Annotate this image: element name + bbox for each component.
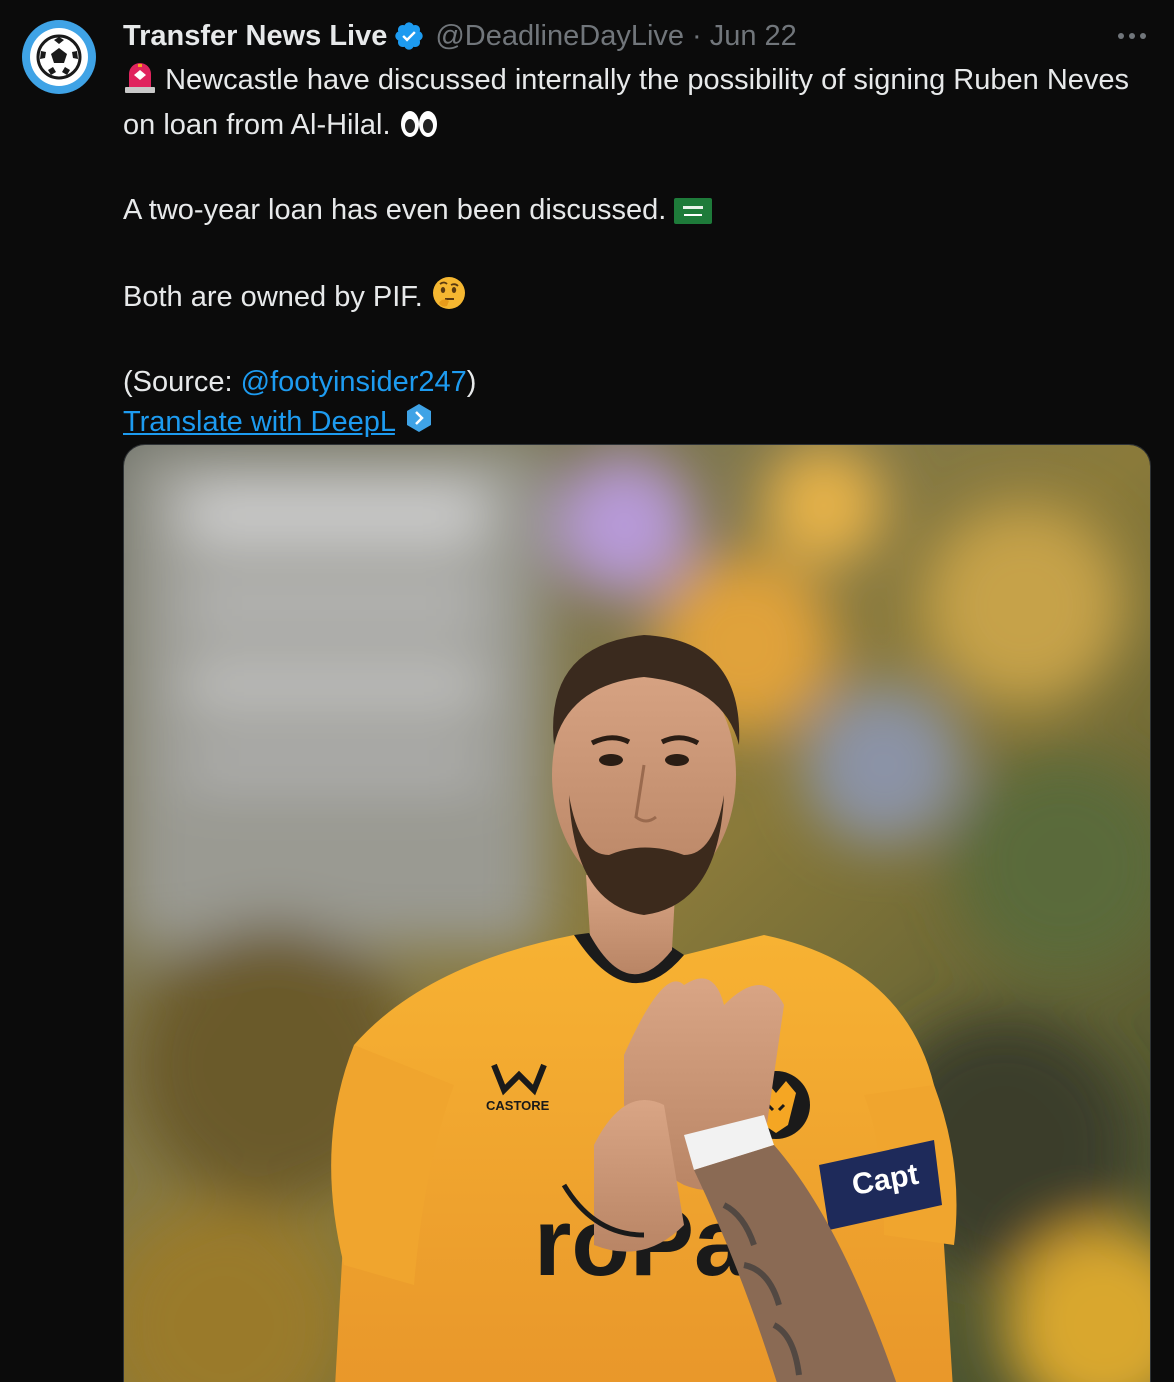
author-display-name[interactable]: Transfer News Live xyxy=(123,20,387,53)
tweet-line-2: A two-year loan has even been discussed. xyxy=(123,194,667,226)
jersey-brand: CASTORE xyxy=(486,1098,550,1113)
eyes-icon xyxy=(399,109,439,150)
tweet-media-image[interactable]: Capt CASTORE roPa xyxy=(123,444,1151,1382)
deepl-icon[interactable] xyxy=(405,403,433,444)
tweet-paragraph-3: Both are owned by PIF. xyxy=(123,275,1143,322)
separator-dot: · xyxy=(692,19,702,52)
saudi-flag-icon xyxy=(674,195,713,235)
translate-row: Translate with DeepL xyxy=(123,402,1143,444)
translate-link[interactable]: Translate with DeepL xyxy=(123,406,395,438)
tweet-paragraph-1: Newcastle have discussed internally the … xyxy=(123,60,1143,150)
author-handle[interactable]: @DeadlineDayLive xyxy=(435,20,684,53)
source-suffix: ) xyxy=(466,366,477,398)
tweet-line-3: Both are owned by PIF. xyxy=(123,281,423,313)
siren-icon xyxy=(123,62,157,105)
source-mention-link[interactable]: @footyinsider247 xyxy=(241,366,467,398)
tweet-line-1: Newcastle have discussed internally the … xyxy=(123,64,1130,141)
tweet-date[interactable]: Jun 22 xyxy=(710,20,797,53)
verified-badge-icon[interactable] xyxy=(393,20,425,52)
tweet[interactable]: Transfer News Live @DeadlineDayLive · Ju… xyxy=(0,0,1174,1382)
soccer-ball-icon xyxy=(30,28,88,86)
player-photo: Capt CASTORE roPa xyxy=(124,445,1150,1382)
avatar[interactable] xyxy=(22,20,96,94)
more-options-icon[interactable] xyxy=(1112,22,1152,50)
tweet-header: Transfer News Live @DeadlineDayLive · Ju… xyxy=(123,16,797,56)
tweet-text: Newcastle have discussed internally the … xyxy=(123,60,1143,444)
tweet-paragraph-4: (Source: @footyinsider247) xyxy=(123,362,1143,402)
thinking-face-icon xyxy=(431,275,467,322)
source-prefix: (Source: xyxy=(123,366,241,398)
tweet-paragraph-2: A two-year loan has even been discussed. xyxy=(123,190,1143,235)
